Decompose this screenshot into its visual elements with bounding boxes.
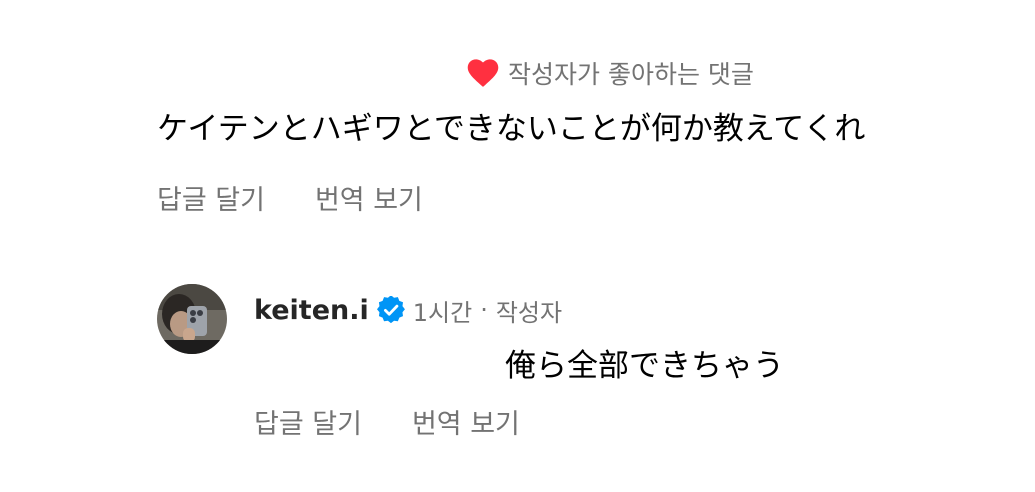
author-tag: 작성자 — [495, 298, 563, 327]
meta-separator: · — [480, 296, 488, 324]
avatar-photo — [157, 284, 227, 354]
avatar[interactable] — [157, 284, 227, 354]
timestamp: 1시간 — [412, 298, 473, 327]
reply-button[interactable]: 답글 달기 — [157, 178, 265, 217]
liked-by-author-label: 작성자가 좋아하는 댓글 — [508, 60, 754, 89]
heart-icon — [467, 59, 499, 87]
see-translation-button[interactable]: 번역 보기 — [412, 402, 520, 441]
reply-header: keiten.i 1시간 · 작성자 — [254, 290, 562, 330]
comment-text: ケイテンとハギワとできないことが何か教えてくれ — [157, 111, 866, 147]
comment-actions: 답글 달기 번역 보기 — [157, 178, 423, 217]
reply-button[interactable]: 답글 달기 — [254, 402, 362, 441]
verified-badge-icon — [376, 296, 405, 324]
reply-actions: 답글 달기 번역 보기 — [254, 402, 520, 441]
reply-text: 俺ら全部できちゃう — [505, 348, 784, 384]
liked-by-author-indicator: 작성자가 좋아하는 댓글 — [466, 56, 754, 90]
see-translation-button[interactable]: 번역 보기 — [315, 178, 423, 217]
username[interactable]: keiten.i — [254, 295, 369, 326]
